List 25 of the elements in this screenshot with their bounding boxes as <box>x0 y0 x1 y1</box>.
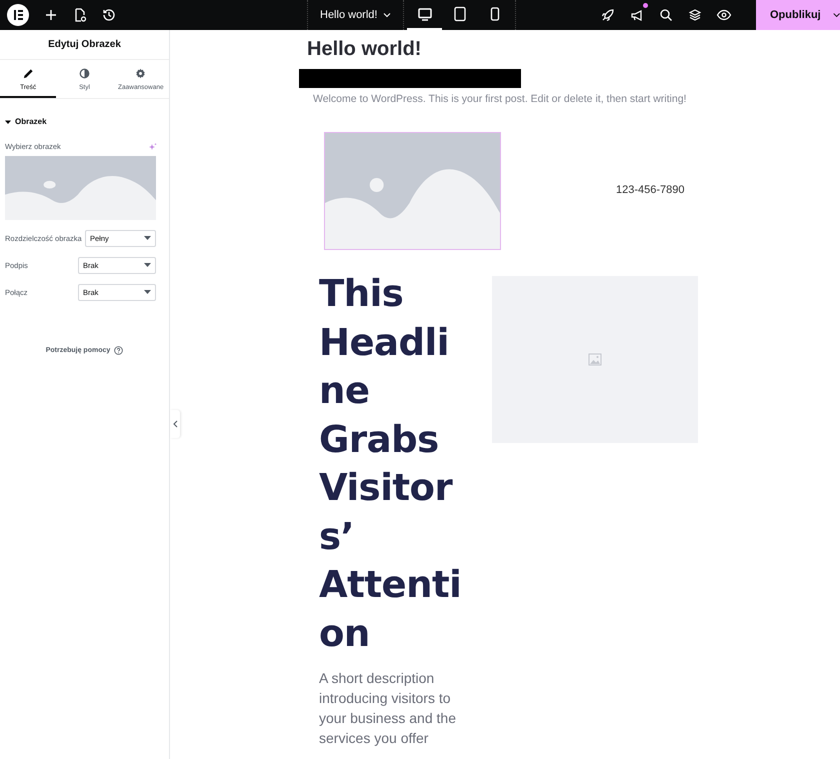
pencil-icon <box>22 68 34 79</box>
phone-number: 123-456-7890 <box>616 184 685 196</box>
caret-icon <box>144 290 151 295</box>
page-title-dropdown[interactable]: Hello world! <box>308 0 404 30</box>
post-title: Hello world! <box>307 38 422 61</box>
post-text: Welcome to WordPress. This is your first post. Edit or delete it, then start writing! <box>313 93 688 105</box>
caret-icon <box>5 118 11 124</box>
contrast-icon <box>78 68 90 79</box>
collapse-panel-handle[interactable] <box>170 410 180 438</box>
headline: This Headli ne Grabs Visitor s’ Attenti on <box>319 271 462 656</box>
help-icon[interactable] <box>114 346 124 355</box>
description: A short description introducing visitors to your business and the services you offer <box>319 669 457 748</box>
publish-button[interactable]: Opublikuj <box>756 0 840 30</box>
image-icon <box>588 353 602 366</box>
image-placeholder-icon <box>5 156 156 220</box>
image-placeholder-icon <box>325 133 500 249</box>
caret-icon <box>144 263 151 268</box>
section-header[interactable]: Obrazek <box>5 117 47 126</box>
chevron-icon <box>383 11 392 19</box>
chevron-icon <box>172 420 178 428</box>
panel-title: Edytuj Obrazek <box>0 30 169 60</box>
caret-icon <box>144 236 151 241</box>
gear-icon <box>135 68 146 79</box>
ai-sparkle-icon[interactable] <box>149 142 157 150</box>
logo-button[interactable] <box>7 4 29 26</box>
